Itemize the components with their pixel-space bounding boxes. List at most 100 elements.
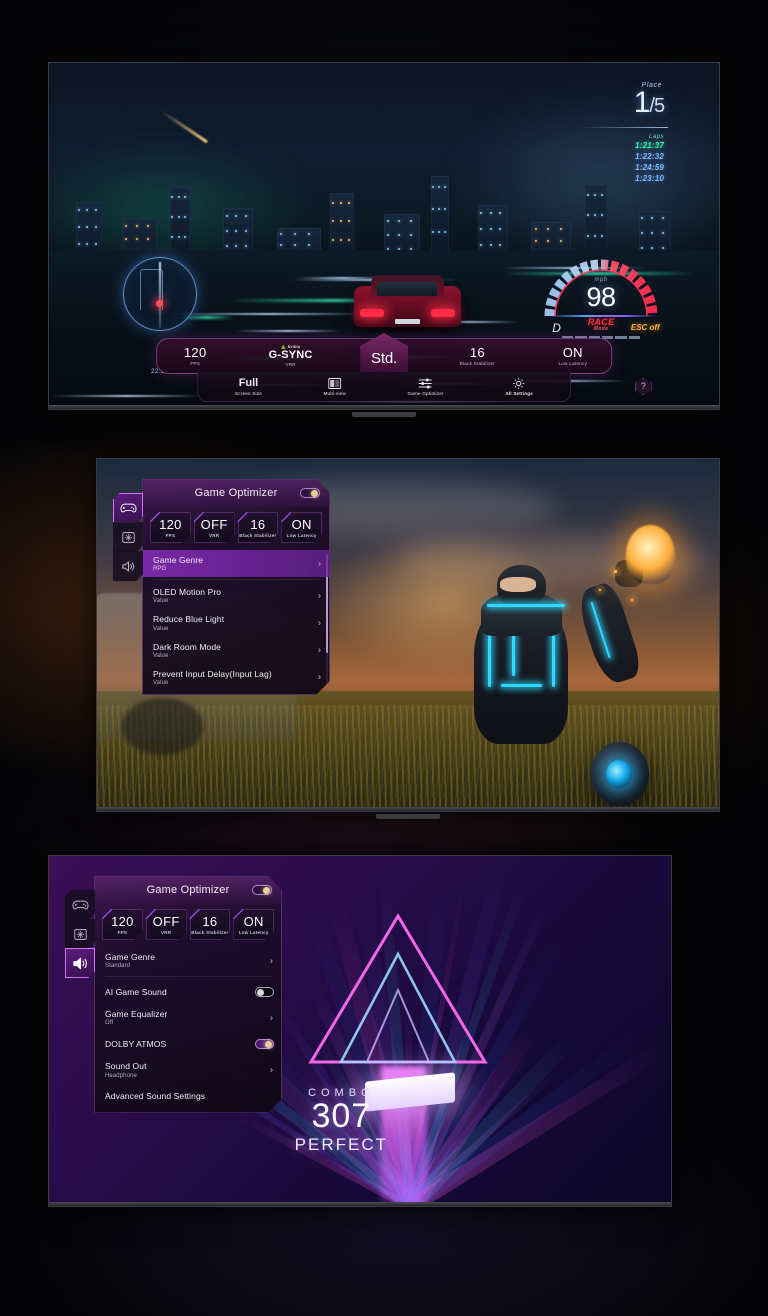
- game-bar-action-row: Full Screen Size Multi-view Game Optimiz…: [197, 372, 571, 402]
- racing-scene: Place 1/5 Laps 1:21:37 1:22:32 1:24:59 1…: [49, 63, 719, 409]
- preset-next-arrow[interactable]: ›: [421, 347, 424, 357]
- setting-ai-game-sound[interactable]: AI Game Sound: [94, 979, 282, 1004]
- dolby-atmos-toggle[interactable]: [255, 1039, 274, 1049]
- status-vrr-value: G-SYNC: [263, 349, 319, 361]
- setting-label: DOLBY ATMOS: [105, 1039, 264, 1049]
- setting-value: Value: [153, 598, 312, 604]
- chip-fps-label: FPS: [166, 533, 176, 538]
- triangle-outer: [307, 912, 487, 1064]
- setting-value: Value: [153, 680, 312, 686]
- tab-display[interactable]: [65, 919, 95, 949]
- nvidia-eye-icon: [281, 344, 286, 349]
- status-vrr[interactable]: NVIDIA G-SYNC VRR: [263, 344, 319, 367]
- setting-label: Game Genre: [105, 952, 264, 962]
- action-all-settings-label: All Settings: [505, 391, 533, 396]
- tv-stand: [376, 814, 440, 819]
- drone-eye: [606, 760, 632, 788]
- chip-bs-label: Black Stabilizer: [239, 533, 276, 538]
- chevron-right-icon: ›: [270, 1065, 273, 1074]
- screen-size-icon: Full: [235, 377, 262, 390]
- setting-dark-room-mode[interactable]: Dark Room Mode Value ›: [142, 637, 330, 664]
- action-screen-size[interactable]: Full Screen Size: [235, 377, 262, 396]
- lap-times-list: Laps 1:21:37 1:22:32 1:24:59 1:23:10: [635, 134, 664, 184]
- preset-prev-arrow[interactable]: ‹: [344, 347, 347, 357]
- character-visor: [500, 577, 536, 592]
- companion-drone: [591, 742, 649, 806]
- status-low-latency[interactable]: ON Low Latency: [545, 346, 601, 366]
- tail-light-left: [360, 309, 384, 316]
- tab-sound[interactable]: [65, 948, 95, 978]
- chevron-right-icon: ›: [318, 646, 321, 655]
- action-all-settings[interactable]: All Settings: [505, 377, 533, 396]
- judgement-text: PERFECT: [295, 1135, 388, 1155]
- tab-gamepad[interactable]: [65, 890, 95, 920]
- setting-value: RPG: [153, 566, 312, 572]
- nvidia-wordmark: NVIDIA: [288, 345, 301, 349]
- chip-bs-label: Black Stabilizer: [191, 930, 228, 935]
- setting-advanced-sound-settings[interactable]: Advanced Sound Settings: [94, 1084, 282, 1109]
- setting-value: Off: [105, 1020, 264, 1026]
- ai-game-sound-toggle[interactable]: [255, 987, 274, 997]
- setting-game-genre[interactable]: Game Genre Standard ›: [94, 947, 282, 974]
- tv-stand: [352, 412, 416, 417]
- setting-value: Standard: [105, 963, 264, 969]
- setting-dolby-atmos[interactable]: DOLBY ATMOS: [94, 1031, 282, 1056]
- license-plate: [395, 319, 421, 324]
- optimizer-header: Game Optimizer: [94, 876, 282, 904]
- sliders-icon: [408, 377, 444, 390]
- neon-collar: [487, 604, 565, 607]
- road-light-streak: [171, 313, 368, 315]
- status-black-stabilizer[interactable]: 16 Black Stabilizer: [449, 346, 505, 366]
- optimizer-tab-rail: [113, 493, 143, 580]
- optimizer-power-toggle[interactable]: [300, 488, 320, 498]
- chevron-right-icon: ›: [318, 559, 321, 568]
- action-game-optimizer[interactable]: Game Optimizer: [408, 377, 444, 396]
- status-ll-label: Low Latency: [545, 361, 601, 366]
- action-multi-view[interactable]: Multi-view: [324, 377, 346, 396]
- tab-sound[interactable]: [113, 551, 143, 581]
- status-bs-value: 16: [449, 346, 505, 360]
- game-optimizer-overlay-sound: Game Optimizer 120 FPS OFF VRR 16 Black …: [65, 876, 282, 1113]
- chevron-right-icon: ›: [318, 673, 321, 682]
- setting-game-equalizer[interactable]: Game Equalizer Off ›: [94, 1004, 282, 1031]
- setting-prevent-input-delay[interactable]: Prevent Input Delay(Input Lag) Value ›: [142, 664, 330, 691]
- status-fps-label: FPS: [167, 361, 223, 366]
- status-ll-value: ON: [545, 346, 601, 360]
- setting-oled-motion-pro[interactable]: OLED Motion Pro Value ›: [142, 582, 330, 609]
- tab-gamepad[interactable]: [113, 493, 143, 523]
- chip-vrr[interactable]: OFF VRR: [146, 909, 187, 940]
- spark: [631, 599, 633, 601]
- chip-fps-value: 120: [111, 915, 134, 928]
- minimap-compass: [123, 257, 197, 331]
- chip-fps[interactable]: 120 FPS: [150, 512, 191, 543]
- setting-reduce-blue-light[interactable]: Reduce Blue Light Value ›: [142, 609, 330, 636]
- optimizer-power-toggle[interactable]: [252, 885, 272, 895]
- setting-label: AI Game Sound: [105, 987, 264, 997]
- spark: [614, 570, 617, 573]
- status-fps[interactable]: 120 FPS: [167, 346, 223, 366]
- optimizer-settings-list: Game Genre Standard › AI Game Sound Game…: [94, 947, 282, 1113]
- chip-low-latency[interactable]: ON Low Latency: [233, 909, 274, 940]
- minimap-line: [159, 262, 161, 328]
- place-indicator: Place 1/5: [634, 82, 664, 118]
- chip-black-stabilizer[interactable]: 16 Black Stabilizer: [190, 909, 231, 940]
- lap-time: 1:21:37: [635, 140, 664, 151]
- setting-sound-out[interactable]: Sound Out Headphone ›: [94, 1056, 282, 1083]
- picture-preset-value: Std.: [371, 350, 397, 367]
- chip-vrr-label: VRR: [161, 930, 171, 935]
- setting-label: Sound Out: [105, 1061, 264, 1071]
- chip-vrr[interactable]: OFF VRR: [194, 512, 235, 543]
- setting-game-genre[interactable]: Game Genre RPG ›: [142, 550, 330, 577]
- chip-low-latency[interactable]: ON Low Latency: [281, 512, 322, 543]
- tv-panel-scifi: Game Optimizer 120 FPS OFF VRR 16 Black …: [96, 458, 720, 812]
- optimizer-title: Game Optimizer: [147, 884, 230, 896]
- chip-black-stabilizer[interactable]: 16 Black Stabilizer: [238, 512, 279, 543]
- chevron-right-icon: ›: [270, 1013, 273, 1022]
- tab-display[interactable]: [113, 522, 143, 552]
- hud-divider: [581, 127, 668, 128]
- character: [445, 565, 607, 811]
- chip-fps[interactable]: 120 FPS: [102, 909, 143, 940]
- chevron-right-icon: ›: [318, 618, 321, 627]
- place-value: 1/5: [634, 86, 664, 119]
- status-fps-value: 120: [167, 346, 223, 360]
